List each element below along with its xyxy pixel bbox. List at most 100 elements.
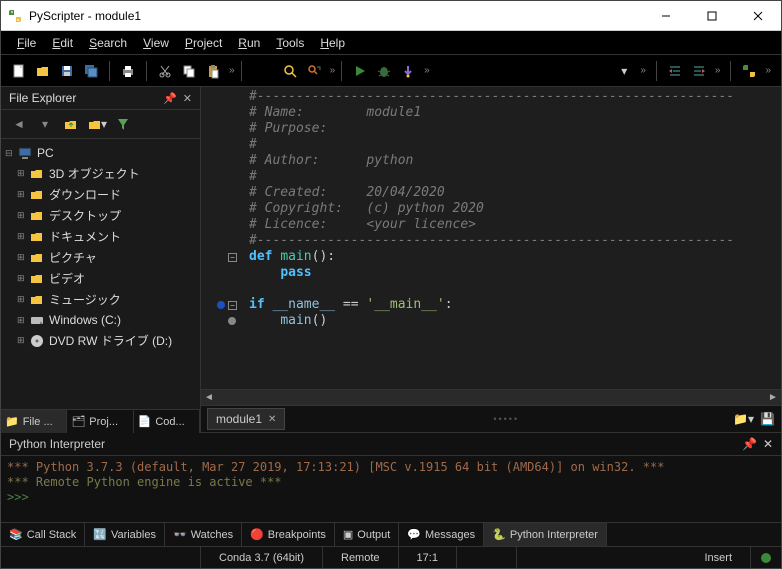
tab-output[interactable]: ▣Output (335, 523, 399, 546)
scroll-left-icon[interactable]: ◄ (201, 392, 217, 403)
expand-icon[interactable]: ⊞ (17, 315, 29, 326)
tab-call-stack[interactable]: 📚Call Stack (1, 523, 85, 546)
sidebar-tab-file-explorer[interactable]: 📁File ... (1, 410, 67, 433)
interpreter-pin-icon[interactable]: 📌 (742, 437, 757, 451)
expand-icon[interactable]: ⊞ (17, 273, 29, 284)
interpreter-close-icon[interactable]: ✕ (763, 437, 773, 451)
scroll-right-icon[interactable]: ► (765, 392, 781, 403)
menu-file[interactable]: File (9, 36, 44, 50)
new-file-icon[interactable] (9, 61, 29, 81)
minimize-button[interactable] (643, 1, 689, 30)
expand-icon[interactable]: ⊞ (17, 210, 29, 221)
tab-variables[interactable]: 🔣Variables (85, 523, 165, 546)
open-file-icon[interactable] (33, 61, 53, 81)
tab-messages[interactable]: 💬Messages (399, 523, 484, 546)
tab-close-icon[interactable]: ✕ (268, 414, 276, 425)
pref-1-icon[interactable]: ▾ (614, 61, 634, 81)
tab-python-interpreter[interactable]: 🐍Python Interpreter (484, 523, 607, 546)
code-editor[interactable]: #---------------------------------------… (243, 87, 781, 389)
menu-tools[interactable]: Tools (268, 36, 312, 50)
menu-view[interactable]: View (135, 36, 177, 50)
back-icon[interactable]: ◄ (9, 114, 29, 134)
run-icon[interactable] (350, 61, 370, 81)
paste-icon[interactable] (203, 61, 223, 81)
pin-icon[interactable]: 📌 (163, 92, 177, 105)
sidebar-tab-code[interactable]: 📄Cod... (134, 410, 200, 433)
fold-icon[interactable]: − (228, 253, 237, 262)
tree-item[interactable]: ⊞Windows (C:) (3, 310, 198, 330)
fold-icon-2[interactable]: − (228, 301, 237, 310)
status-position: 17:1 (399, 547, 457, 568)
find-replace-icon[interactable] (304, 61, 324, 81)
save-icon[interactable] (57, 61, 77, 81)
menu-project[interactable]: Project (177, 36, 230, 50)
breakpoint-icon[interactable] (217, 301, 225, 309)
tab-grip[interactable]: ••••• (285, 414, 727, 424)
cut-icon[interactable] (155, 61, 175, 81)
open-folder-icon[interactable]: 📁▾ (733, 412, 754, 426)
python-icon[interactable] (739, 61, 759, 81)
tree-item[interactable]: ⊞ドキュメント (3, 226, 198, 247)
tree-item[interactable]: ⊞3D オブジェクト (3, 163, 198, 184)
menu-search[interactable]: Search (81, 36, 135, 50)
copy-icon[interactable] (179, 61, 199, 81)
tab-watches[interactable]: 👓Watches (165, 523, 242, 546)
tree-item[interactable]: ⊞ピクチャ (3, 247, 198, 268)
find-icon[interactable] (280, 61, 300, 81)
step-icon[interactable] (398, 61, 418, 81)
expand-icon[interactable]: ⊞ (17, 168, 29, 179)
filter-icon[interactable] (113, 114, 133, 134)
toolbar-overflow-4-icon[interactable]: » (638, 65, 648, 76)
interpreter-title: Python Interpreter (9, 437, 742, 451)
expand-icon[interactable]: ⊞ (17, 252, 29, 263)
collapse-icon[interactable]: ⊟ (5, 148, 17, 159)
editor-tab-module1[interactable]: module1 ✕ (207, 408, 285, 430)
interpreter-console[interactable]: *** Python 3.7.3 (default, Mar 27 2019, … (1, 456, 781, 522)
expand-icon[interactable]: ⊞ (17, 231, 29, 242)
expand-icon[interactable]: ⊞ (17, 294, 29, 305)
browse-icon[interactable]: ▾ (87, 114, 107, 134)
close-button[interactable] (735, 1, 781, 30)
debug-icon[interactable] (374, 61, 394, 81)
menu-help[interactable]: Help (312, 36, 353, 50)
tree-item[interactable]: ⊞ミュージック (3, 289, 198, 310)
toolbar-overflow-5-icon[interactable]: » (713, 65, 723, 76)
tree-root[interactable]: ⊟ PC (3, 143, 198, 163)
explorer-tree[interactable]: ⊟ PC ⊞3D オブジェクト⊞ダウンロード⊞デスクトップ⊞ドキュメント⊞ピクチ… (1, 139, 200, 409)
maximize-button[interactable] (689, 1, 735, 30)
toolbar-overflow-2-icon[interactable]: » (328, 65, 338, 76)
toolbar-overflow-3-icon[interactable]: » (422, 65, 432, 76)
tree-item[interactable]: ⊞デスクトップ (3, 205, 198, 226)
fwd-icon[interactable]: ▾ (35, 114, 55, 134)
menu-edit[interactable]: Edit (44, 36, 81, 50)
panel-close-icon[interactable]: ✕ (183, 92, 192, 105)
save-tab-icon[interactable]: 💾 (760, 412, 775, 426)
folder-icon (29, 271, 45, 287)
breakpoint-icon-2[interactable] (228, 317, 236, 325)
folder-tree-icon: 📁 (5, 415, 19, 428)
project-icon: 🗂 (71, 415, 85, 428)
tree-item[interactable]: ⊞DVD RW ドライブ (D:) (3, 330, 198, 351)
tree-item[interactable]: ⊞ダウンロード (3, 184, 198, 205)
save-all-icon[interactable] (81, 61, 101, 81)
app-logo-icon (7, 8, 23, 24)
expand-icon[interactable]: ⊞ (17, 189, 29, 200)
editor-viewport[interactable]: − − #-----------------------------------… (201, 87, 781, 389)
indent-right-icon[interactable] (689, 61, 709, 81)
print-icon[interactable] (118, 61, 138, 81)
tab-breakpoints[interactable]: 🔴Breakpoints (242, 523, 335, 546)
sidebar-tab-project[interactable]: 🗂Proj... (67, 410, 133, 433)
up-folder-icon[interactable] (61, 114, 81, 134)
menu-run[interactable]: Run (230, 36, 268, 50)
toolbar-overflow-6-icon[interactable]: » (763, 65, 773, 76)
horizontal-scrollbar[interactable]: ◄ ► (201, 389, 781, 405)
tree-item[interactable]: ⊞ビデオ (3, 268, 198, 289)
file-explorer-panel: File Explorer 📌 ✕ ◄ ▾ ▾ ⊟ PC ⊞3D オブジェクト⊞… (1, 87, 201, 433)
indent-left-icon[interactable] (665, 61, 685, 81)
output-icon: ▣ (343, 528, 353, 541)
toolbar-overflow-icon[interactable]: » (227, 65, 237, 76)
expand-icon[interactable]: ⊞ (17, 335, 29, 346)
status-insert-mode: Insert (686, 547, 751, 568)
status-indicator-icon (761, 553, 771, 563)
file-explorer-title: File Explorer (9, 91, 76, 105)
